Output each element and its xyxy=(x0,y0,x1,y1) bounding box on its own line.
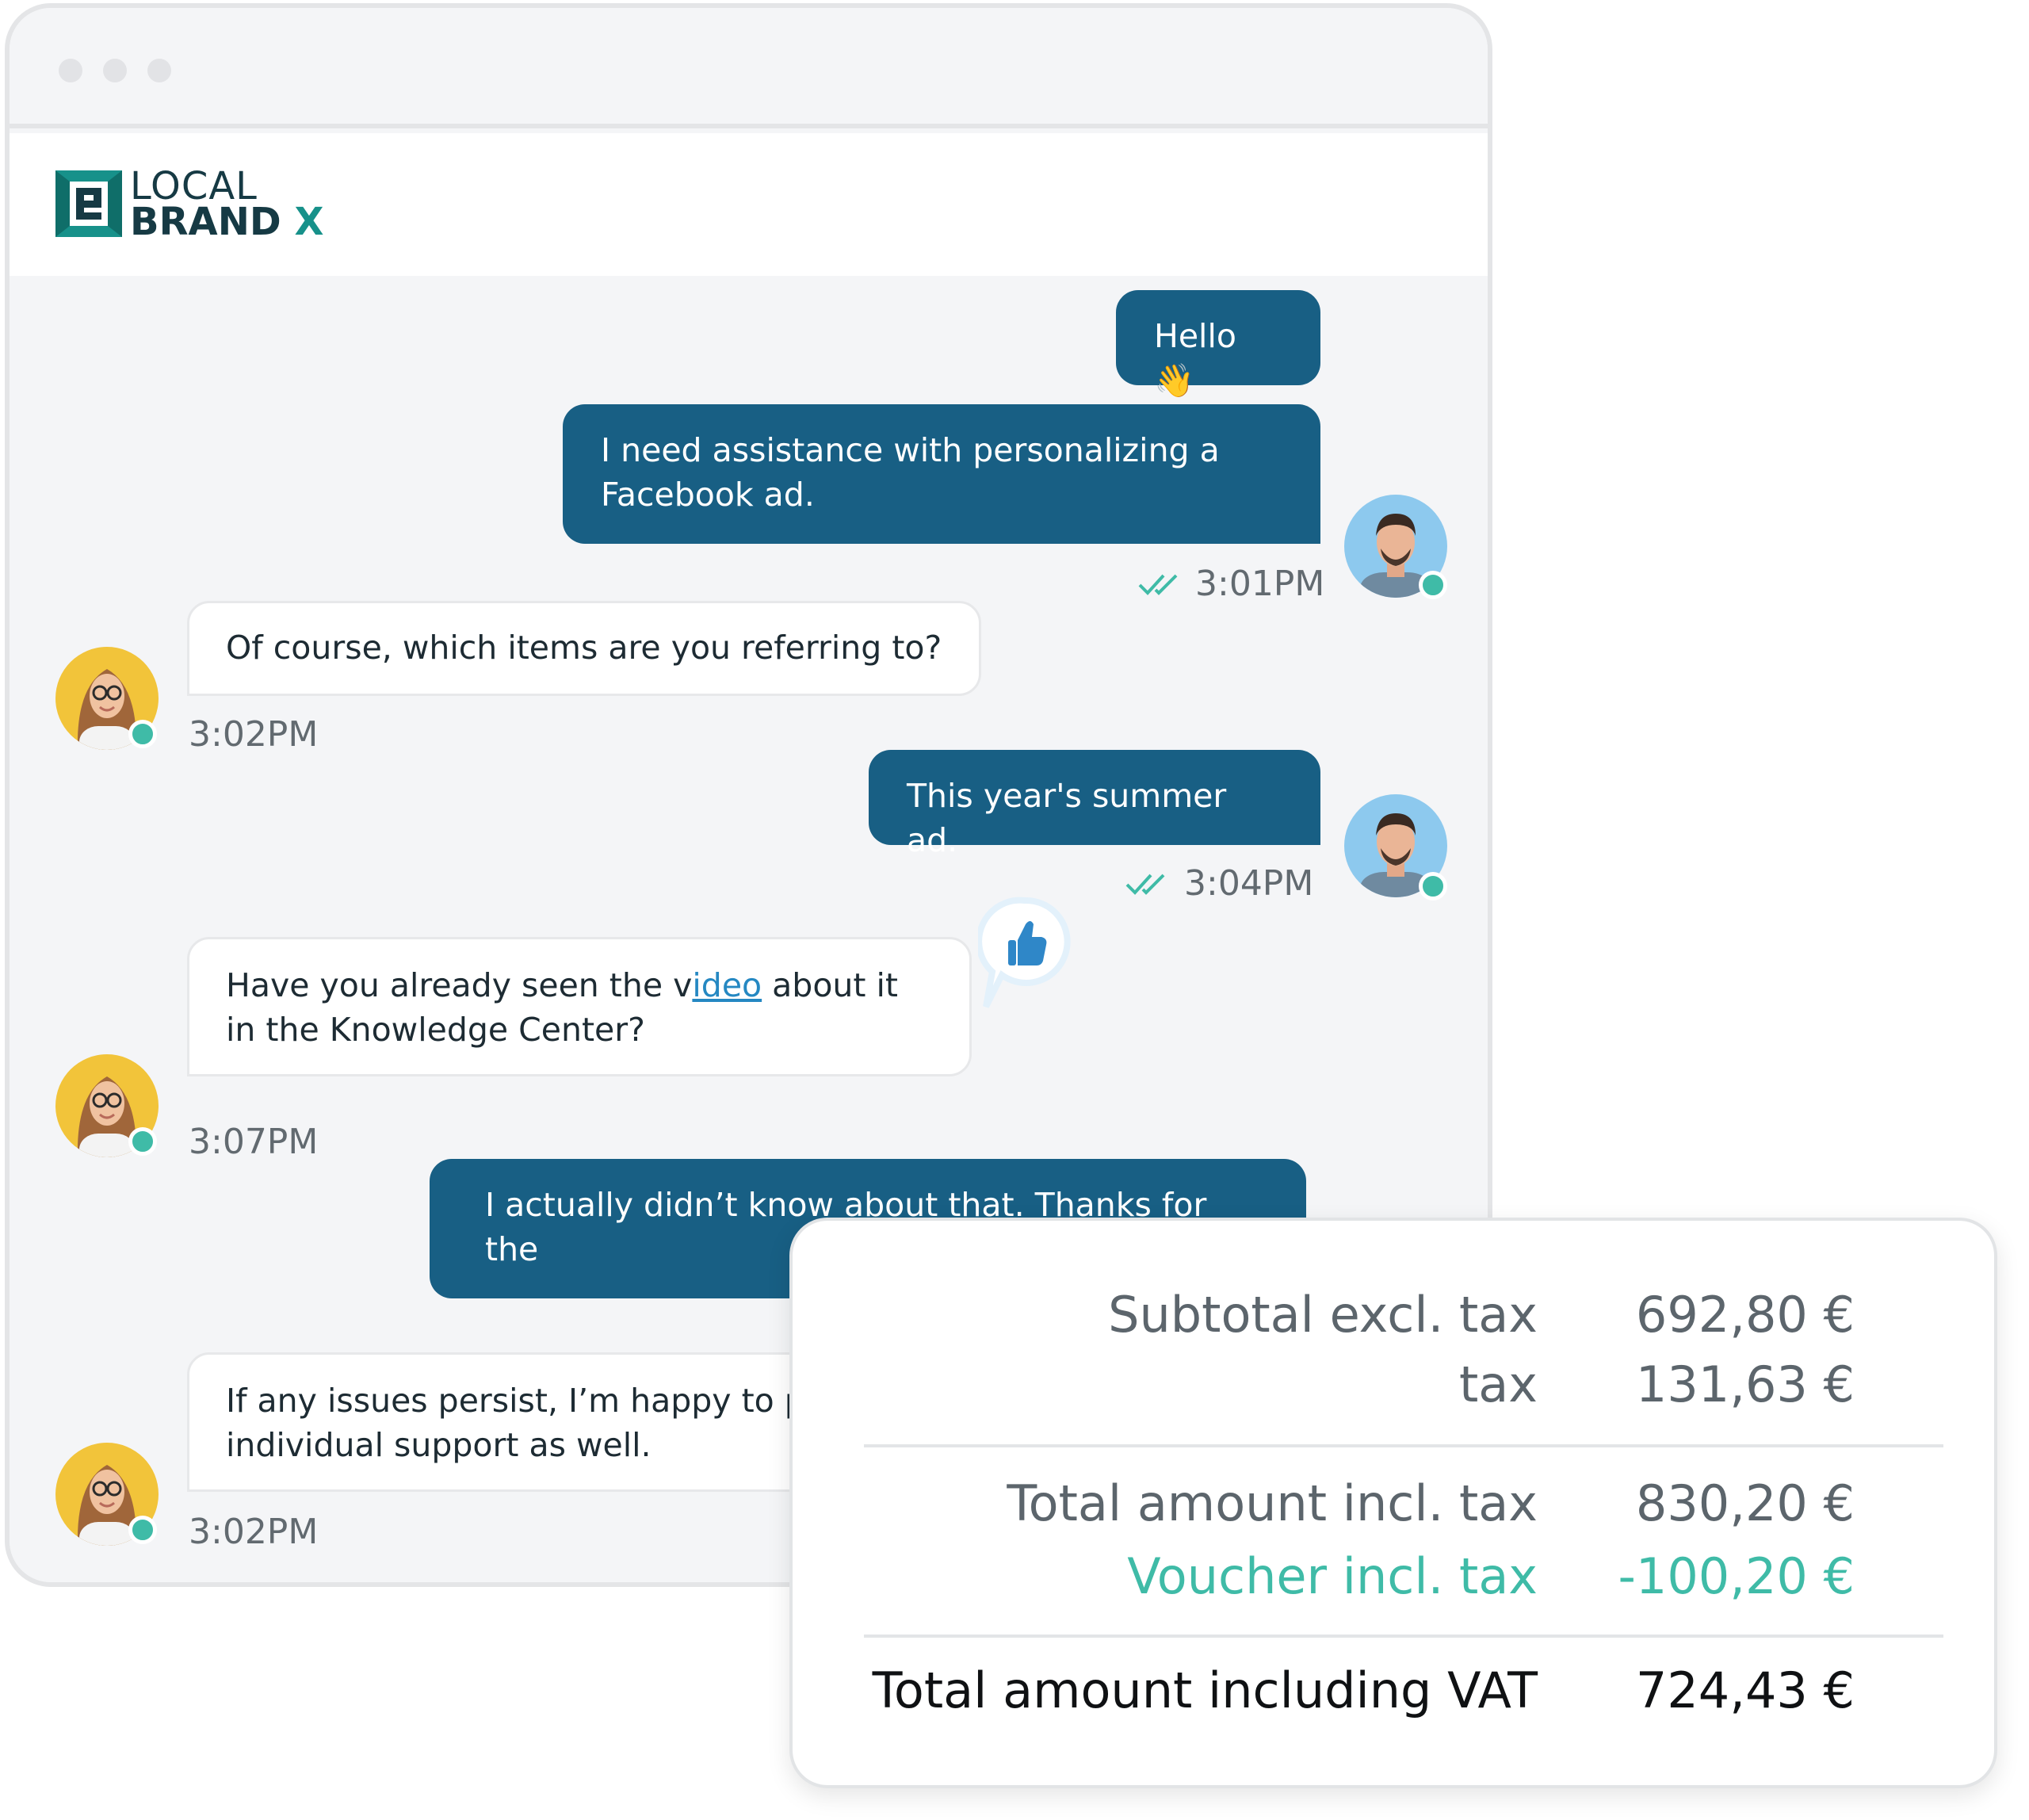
minimize-dot[interactable] xyxy=(103,59,127,82)
stage: LOCAL BRAND X Hello 👋 I need assistance … xyxy=(0,0,2029,1820)
message-timestamp: 3:01PM xyxy=(1195,564,1325,604)
title-bar xyxy=(10,8,1488,128)
voucher-value: -100,20 € xyxy=(1618,1547,1855,1605)
message-text-line: in the Knowledge Center? xyxy=(226,1011,645,1049)
logo-text-brand: BRAND X xyxy=(130,201,323,243)
tax-label: tax xyxy=(1459,1355,1538,1413)
online-status-dot xyxy=(1419,571,1447,599)
message-text: Of course, which items are you referring… xyxy=(226,629,942,667)
video-link[interactable]: ideo xyxy=(692,966,762,1004)
message-timestamp: 3:04PM xyxy=(1184,863,1314,904)
subtotal-value: 692,80 € xyxy=(1635,1286,1855,1344)
logo-brand-word: BRAND xyxy=(130,200,281,244)
message-text: Have you already seen the v xyxy=(226,966,693,1004)
grand-total-label: Total amount including VAT xyxy=(872,1661,1538,1719)
total-label: Total amount incl. tax xyxy=(1007,1474,1538,1532)
message-bubble-incoming[interactable]: Of course, which items are you referring… xyxy=(187,601,981,696)
total-value: 830,20 € xyxy=(1635,1474,1855,1532)
message-timestamp: 3:02PM xyxy=(189,714,319,755)
thumbs-up-reaction-icon[interactable] xyxy=(978,896,1072,1015)
grand-total-value: 724,43 € xyxy=(1635,1661,1855,1719)
message-timestamp: 3:02PM xyxy=(189,1512,319,1552)
message-text-line: Have you already seen the video about it xyxy=(226,963,933,1008)
online-status-dot xyxy=(128,1516,157,1544)
message-bubble-outgoing[interactable]: This year's summer ad. xyxy=(869,750,1320,859)
logo-x-letter: X xyxy=(294,200,324,244)
message-text: about it xyxy=(762,966,898,1004)
online-status-dot xyxy=(128,720,157,748)
message-text-line: I need assistance with personalizing a xyxy=(601,431,1220,469)
close-dot[interactable] xyxy=(59,59,82,82)
message-text-line: Facebook ad. xyxy=(601,476,815,514)
subtotal-label: Subtotal excl. tax xyxy=(1108,1286,1538,1344)
divider xyxy=(864,1635,1943,1638)
invoice-summary-card: Subtotal excl. tax 692,80 € tax 131,63 €… xyxy=(789,1218,1997,1788)
message-timestamp: 3:07PM xyxy=(189,1122,319,1162)
divider xyxy=(864,1444,1943,1447)
online-status-dot xyxy=(128,1127,157,1156)
voucher-label: Voucher incl. tax xyxy=(1127,1547,1538,1605)
message-bubble-outgoing[interactable]: Hello 👋 xyxy=(1116,290,1320,400)
online-status-dot xyxy=(1419,872,1447,900)
tax-value: 131,63 € xyxy=(1635,1355,1855,1413)
brand-logo-icon xyxy=(55,170,122,237)
maximize-dot[interactable] xyxy=(147,59,171,82)
message-bubble-incoming[interactable]: Have you already seen the video about it… xyxy=(187,937,972,1076)
double-check-icon xyxy=(1138,574,1178,595)
message-bubble-outgoing[interactable]: I need assistance with personalizing a F… xyxy=(563,404,1320,544)
double-check-icon xyxy=(1125,874,1165,895)
